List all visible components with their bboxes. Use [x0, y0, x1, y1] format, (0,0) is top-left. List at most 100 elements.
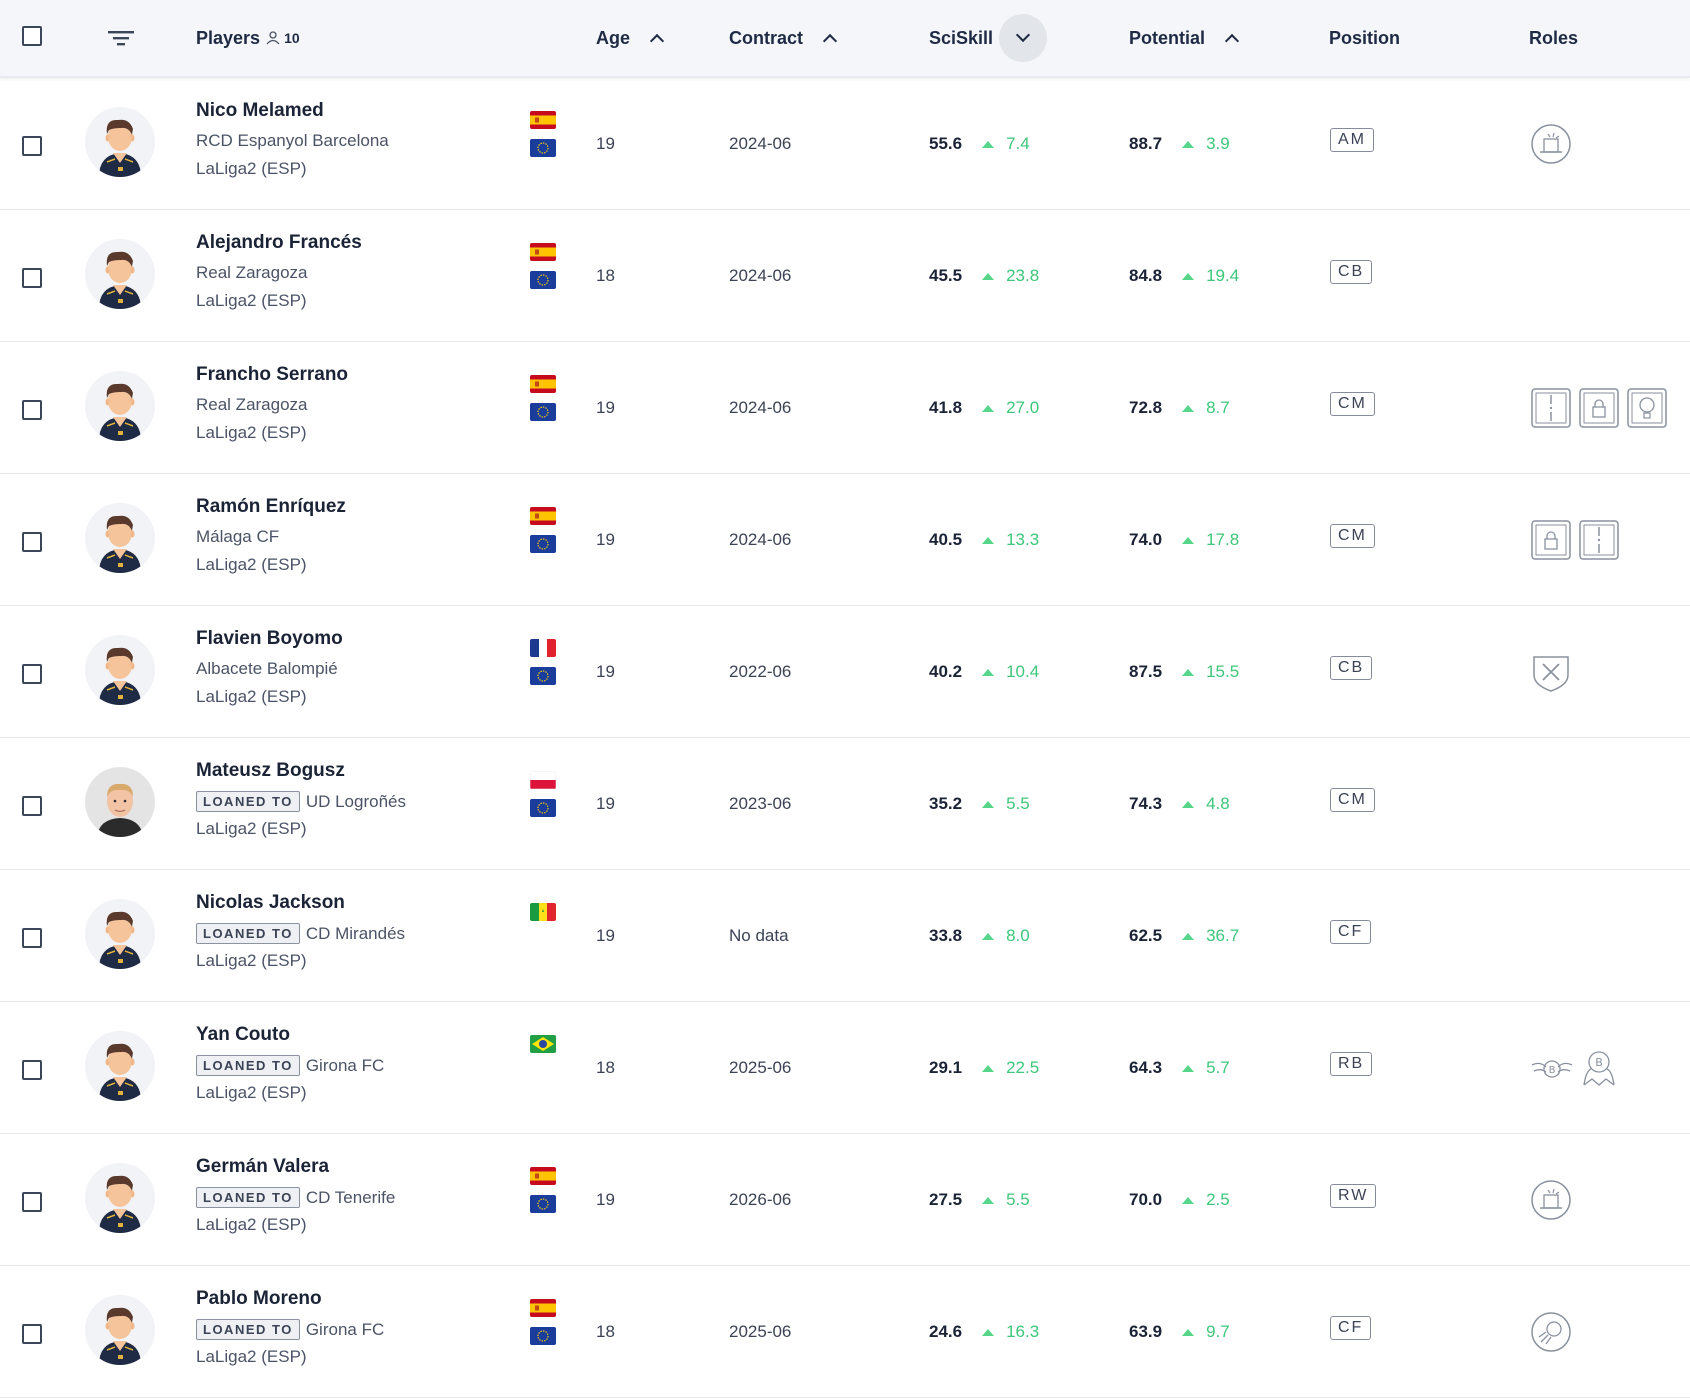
- table-row[interactable]: Ramón Enríquez Málaga CF LaLiga2 (ESP) 1…: [0, 474, 1690, 606]
- table-row[interactable]: Francho Serrano Real Zaragoza LaLiga2 (E…: [0, 342, 1690, 474]
- player-name[interactable]: Flavien Boyomo: [196, 628, 343, 650]
- shield-crossed-icon[interactable]: [1530, 651, 1572, 693]
- player-club[interactable]: RCD Espanyol Barcelona: [196, 131, 389, 151]
- avatar: [85, 1031, 155, 1101]
- players-count-value: 10: [284, 30, 300, 46]
- sort-active-button[interactable]: [999, 14, 1048, 62]
- row-checkbox[interactable]: [22, 136, 42, 156]
- lock-icon[interactable]: [1578, 387, 1620, 429]
- contract-column-header[interactable]: Contract: [729, 0, 838, 76]
- potential-delta: 3.9: [1206, 134, 1230, 153]
- player-name[interactable]: Ramón Enríquez: [196, 496, 346, 518]
- player-league[interactable]: LaLiga2 (ESP): [196, 1215, 307, 1235]
- row-checkbox[interactable]: [22, 532, 42, 552]
- table-row[interactable]: Germán Valera LOANED TO CD Tenerife LaLig…: [0, 1134, 1690, 1266]
- player-league[interactable]: LaLiga2 (ESP): [196, 291, 307, 311]
- row-checkbox[interactable]: [22, 1324, 42, 1344]
- potential-cell: 64.3 5.7: [1129, 1002, 1230, 1134]
- select-all-checkbox[interactable]: [22, 26, 42, 46]
- person-icon: [266, 31, 280, 45]
- player-club[interactable]: CD Mirandés: [306, 924, 405, 944]
- player-league[interactable]: LaLiga2 (ESP): [196, 687, 307, 707]
- lightbulb-icon[interactable]: [1626, 387, 1668, 429]
- pitch-line-icon[interactable]: [1578, 519, 1620, 561]
- player-league[interactable]: LaLiga2 (ESP): [196, 159, 307, 179]
- player-league[interactable]: LaLiga2 (ESP): [196, 819, 307, 839]
- magician-hat-icon[interactable]: [1530, 1179, 1572, 1221]
- player-league[interactable]: LaLiga2 (ESP): [196, 555, 307, 575]
- row-checkbox[interactable]: [22, 268, 42, 288]
- lock-icon[interactable]: [1530, 519, 1572, 561]
- player-name[interactable]: Alejandro Francés: [196, 232, 362, 254]
- player-league[interactable]: LaLiga2 (ESP): [196, 951, 307, 971]
- eu-flag: [530, 403, 556, 421]
- table-body: Nico Melamed RCD Espanyol Barcelona LaLi…: [0, 78, 1690, 1398]
- player-club[interactable]: Real Zaragoza: [196, 263, 308, 283]
- row-checkbox[interactable]: [22, 400, 42, 420]
- player-name[interactable]: Pablo Moreno: [196, 1288, 322, 1310]
- player-contract: 2024-06: [729, 398, 792, 417]
- player-contract: 2025-06: [729, 1058, 792, 1077]
- trend-up-icon: [1182, 932, 1195, 940]
- table-row[interactable]: Flavien Boyomo Albacete Balompié LaLiga2…: [0, 606, 1690, 738]
- filter-icon[interactable]: [108, 0, 134, 76]
- table-row[interactable]: Pablo Moreno LOANED TO Girona FC LaLiga2 …: [0, 1266, 1690, 1398]
- table-row[interactable]: Alejandro Francés Real Zaragoza LaLiga2 …: [0, 210, 1690, 342]
- eu-flag: [530, 535, 556, 553]
- position-badge: CF: [1330, 920, 1372, 944]
- player-club[interactable]: Girona FC: [306, 1320, 384, 1340]
- row-checkbox[interactable]: [22, 928, 42, 948]
- sciskill-value: 55.6: [929, 134, 963, 153]
- player-name[interactable]: Nico Melamed: [196, 100, 324, 122]
- winged-badge-icon[interactable]: B: [1530, 1047, 1573, 1089]
- player-club[interactable]: Real Zaragoza: [196, 395, 308, 415]
- nationality-flags: [530, 111, 556, 167]
- sort-up-icon[interactable]: [1224, 33, 1240, 49]
- row-checkbox[interactable]: [22, 664, 42, 684]
- player-name[interactable]: Francho Serrano: [196, 364, 348, 386]
- sciskill-column-header[interactable]: SciSkill: [929, 0, 1048, 76]
- table-header: Players 10 Age Contract SciSkill Potenti…: [0, 0, 1690, 78]
- sciskill-cell: 33.8 8.0: [929, 870, 1030, 1002]
- potential-cell: 84.8 19.4: [1129, 210, 1239, 342]
- sciskill-cell: 24.6 16.3: [929, 1266, 1039, 1398]
- player-name[interactable]: Germán Valera: [196, 1156, 329, 1178]
- hooded-badge-icon[interactable]: B: [1578, 1047, 1620, 1089]
- player-league[interactable]: LaLiga2 (ESP): [196, 1347, 307, 1367]
- player-league[interactable]: LaLiga2 (ESP): [196, 1083, 307, 1103]
- potential-delta: 36.7: [1206, 926, 1240, 945]
- roles-column-header[interactable]: Roles: [1529, 0, 1578, 76]
- row-checkbox[interactable]: [22, 796, 42, 816]
- eu-flag: [530, 139, 556, 157]
- player-league[interactable]: LaLiga2 (ESP): [196, 423, 307, 443]
- france-flag: [530, 639, 556, 657]
- rocket-ball-icon[interactable]: [1530, 1311, 1572, 1353]
- player-club-line: LOANED TO CD Mirandés: [196, 923, 405, 944]
- eu-flag: [530, 271, 556, 289]
- row-checkbox[interactable]: [22, 1060, 42, 1080]
- player-name[interactable]: Yan Couto: [196, 1024, 290, 1046]
- sort-up-icon[interactable]: [649, 33, 665, 49]
- player-name[interactable]: Mateusz Bogusz: [196, 760, 345, 782]
- age-column-header[interactable]: Age: [596, 0, 665, 76]
- player-club[interactable]: Málaga CF: [196, 527, 279, 547]
- table-row[interactable]: Mateusz Bogusz LOANED TO UD Logroñés LaLi…: [0, 738, 1690, 870]
- table-row[interactable]: Nicolas Jackson LOANED TO CD Mirandés LaL…: [0, 870, 1690, 1002]
- table-row[interactable]: Yan Couto LOANED TO Girona FC LaLiga2 (ES…: [0, 1002, 1690, 1134]
- potential-column-header[interactable]: Potential: [1129, 0, 1240, 76]
- player-name[interactable]: Nicolas Jackson: [196, 892, 345, 914]
- players-column-header[interactable]: Players 10: [196, 0, 300, 76]
- sort-up-icon[interactable]: [822, 33, 838, 49]
- player-club[interactable]: Girona FC: [306, 1056, 384, 1076]
- trend-up-icon: [1182, 1064, 1195, 1072]
- table-row[interactable]: Nico Melamed RCD Espanyol Barcelona LaLi…: [0, 78, 1690, 210]
- pitch-line-icon[interactable]: [1530, 387, 1572, 429]
- position-column-header[interactable]: Position: [1329, 0, 1400, 76]
- magician-hat-icon[interactable]: [1530, 123, 1572, 165]
- row-checkbox[interactable]: [22, 1192, 42, 1212]
- player-club[interactable]: UD Logroñés: [306, 792, 406, 812]
- player-club[interactable]: Albacete Balompié: [196, 659, 338, 679]
- spain-flag: [530, 1299, 556, 1317]
- position-badge: CM: [1330, 524, 1375, 548]
- player-club[interactable]: CD Tenerife: [306, 1188, 395, 1208]
